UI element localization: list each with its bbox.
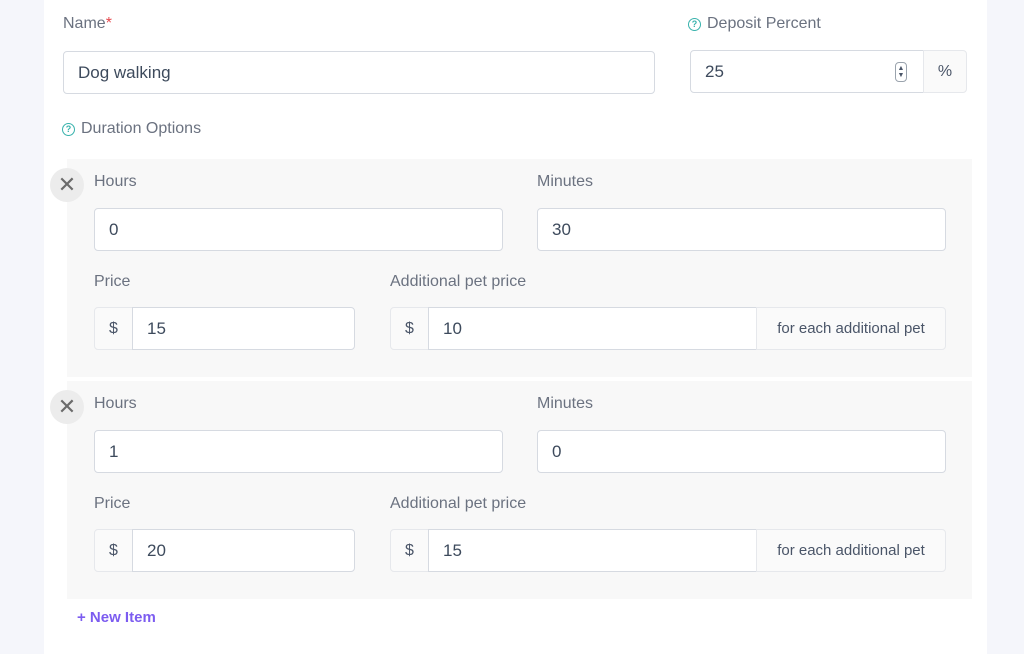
minutes-input[interactable]: 30 (537, 208, 946, 251)
dollar-addon: $ (390, 529, 429, 572)
name-input[interactable]: Dog walking (63, 51, 655, 94)
price-label: Price (94, 495, 131, 512)
close-icon[interactable]: ✕ (50, 168, 84, 202)
dollar-addon: $ (94, 307, 133, 350)
price-input[interactable]: 20 (132, 529, 355, 572)
hours-value: 0 (109, 219, 119, 239)
deposit-percent-value: 25 (705, 61, 724, 81)
close-icon[interactable]: ✕ (50, 390, 84, 424)
minutes-value: 30 (552, 219, 571, 239)
per-pet-addon: for each additional pet (756, 529, 946, 572)
price-value: 20 (147, 540, 166, 560)
price-value: 15 (147, 318, 166, 338)
minutes-label: Minutes (537, 395, 594, 412)
price-label: Price (94, 273, 131, 290)
hours-value: 1 (109, 441, 119, 461)
additional-pet-price-value: 15 (443, 540, 462, 560)
minutes-label: Minutes (537, 173, 594, 190)
dollar-addon: $ (390, 307, 429, 350)
dollar-addon: $ (94, 529, 133, 572)
hours-label: Hours (94, 173, 137, 190)
additional-pet-price-label: Additional pet price (390, 495, 527, 512)
additional-pet-price-label: Additional pet price (390, 273, 527, 290)
minutes-input[interactable]: 0 (537, 430, 946, 473)
hours-label: Hours (94, 395, 137, 412)
name-input-value: Dog walking (78, 62, 171, 82)
hours-input[interactable]: 1 (94, 430, 503, 473)
per-pet-addon: for each additional pet (756, 307, 946, 350)
deposit-percent-label: ? Deposit Percent (688, 14, 821, 34)
number-spinner-icon[interactable]: ▲ ▼ (895, 62, 907, 82)
hours-input[interactable]: 0 (94, 208, 503, 251)
duration-options-label: ? Duration Options (62, 119, 201, 139)
additional-pet-price-input[interactable]: 10 (428, 307, 757, 350)
additional-pet-price-value: 10 (443, 318, 462, 338)
minutes-value: 0 (552, 441, 562, 461)
percent-addon: % (923, 50, 967, 93)
deposit-percent-input[interactable]: 25 ▲ ▼ (690, 50, 924, 93)
question-circle-icon[interactable]: ? (62, 123, 75, 136)
new-item-button[interactable]: + New Item (77, 609, 156, 626)
price-input[interactable]: 15 (132, 307, 355, 350)
name-label: Name* (63, 15, 112, 32)
additional-pet-price-input[interactable]: 15 (428, 529, 757, 572)
required-mark: * (105, 15, 112, 32)
question-circle-icon[interactable]: ? (688, 18, 701, 31)
